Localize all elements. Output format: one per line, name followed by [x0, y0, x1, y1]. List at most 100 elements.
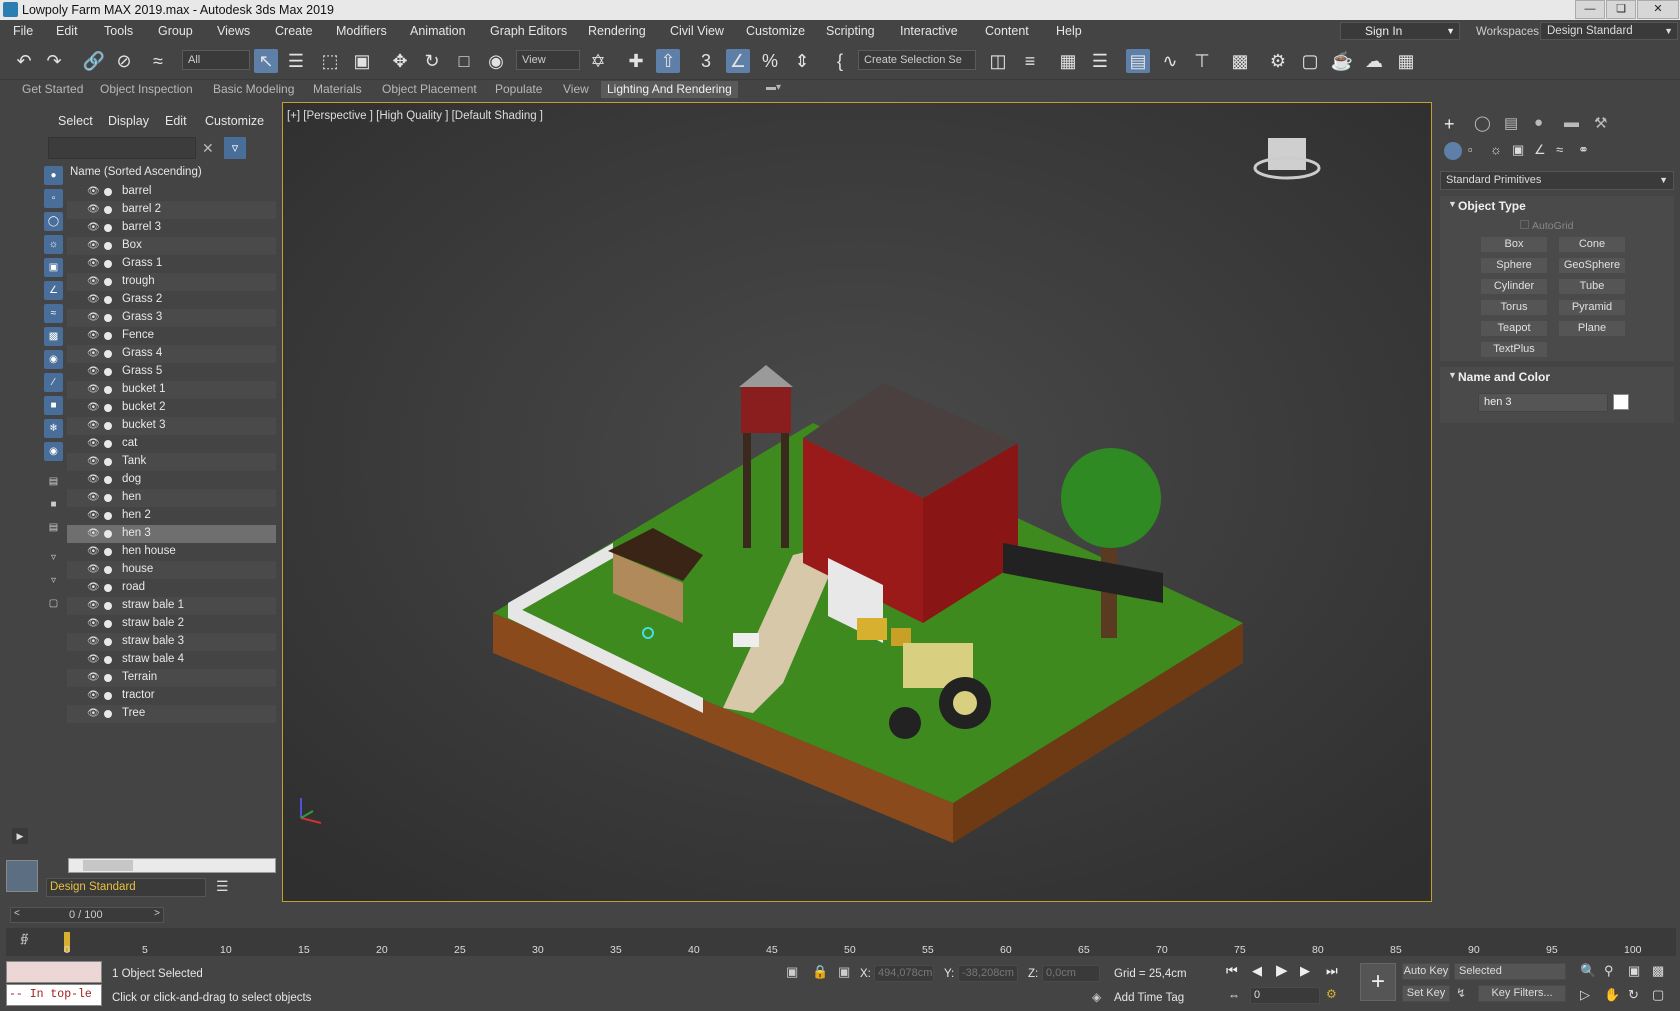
bind-space-warp-icon[interactable]: ≈ [146, 49, 170, 73]
key-filters-icon[interactable]: ↯ [1456, 986, 1466, 1000]
visibility-eye-icon[interactable]: 👁 [87, 222, 100, 233]
freeze-dot-icon[interactable] [104, 494, 112, 502]
autogrid-checkbox[interactable]: AutoGrid [1520, 220, 1573, 232]
auto-key-button[interactable]: Auto Key [1402, 963, 1450, 980]
close-button[interactable]: ✕ [1637, 0, 1679, 19]
spinner-snap-icon[interactable]: ⇕ [790, 49, 814, 73]
key-mode-toggle-icon[interactable]: ⇔ [1228, 988, 1240, 1002]
visibility-eye-icon[interactable]: 👁 [87, 510, 100, 521]
sphere-button[interactable]: Sphere [1480, 257, 1548, 274]
menu-content[interactable]: Content [985, 24, 1029, 38]
minimize-button[interactable]: — [1575, 0, 1605, 19]
menu-tools[interactable]: Tools [104, 24, 133, 38]
sign-in-button[interactable]: Sign In ▼ [1340, 22, 1460, 40]
curve-editor-mini-icon[interactable]: ∯ [20, 932, 29, 945]
textplus-button[interactable]: TextPlus [1480, 341, 1548, 358]
freeze-dot-icon[interactable] [104, 386, 112, 394]
filter-options-icon[interactable]: ▿ [44, 571, 63, 590]
lock-selection-icon[interactable]: 🔒 [812, 964, 828, 980]
edit-named-selection-icon[interactable]: { [828, 49, 852, 73]
percent-snap-icon[interactable]: % [758, 49, 782, 73]
explorer-search-input[interactable] [48, 137, 196, 159]
display-none-icon[interactable]: ● [44, 166, 63, 185]
freeze-dot-icon[interactable] [104, 530, 112, 538]
visibility-eye-icon[interactable]: 👁 [87, 564, 100, 575]
freeze-dot-icon[interactable] [104, 206, 112, 214]
layers-icon[interactable]: ☰ [216, 878, 229, 895]
box-button[interactable]: Box [1480, 236, 1548, 253]
key-mode-dropdown[interactable]: Selected [1454, 963, 1566, 980]
systems-category-icon[interactable]: ⚭ [1578, 142, 1589, 158]
lights-filter-icon[interactable]: ☼ [44, 235, 63, 254]
freeze-dot-icon[interactable] [104, 260, 112, 268]
place-icon[interactable]: ◉ [484, 49, 508, 73]
cone-button[interactable]: Cone [1558, 236, 1626, 253]
tab-view[interactable]: View [563, 82, 589, 96]
visibility-eye-icon[interactable]: 👁 [87, 582, 100, 593]
visibility-eye-icon[interactable]: 👁 [87, 672, 100, 683]
render-cloud-icon[interactable]: ☁ [1362, 49, 1386, 73]
freeze-dot-icon[interactable] [104, 224, 112, 232]
column-header-name[interactable]: Name (Sorted Ascending) [70, 166, 202, 178]
tube-button[interactable]: Tube [1558, 278, 1626, 295]
x-coord-field[interactable]: 494,078cm [874, 965, 934, 982]
redo-icon[interactable]: ↷ [42, 49, 66, 73]
z-coord-field[interactable]: 0,0cm [1042, 965, 1100, 982]
a360-gallery-icon[interactable]: ▦ [1394, 49, 1418, 73]
menu-scripting[interactable]: Scripting [826, 24, 875, 38]
link-icon[interactable]: 🔗 [82, 49, 106, 73]
lights-category-icon[interactable]: ☼ [1490, 142, 1502, 157]
filter-toggle-icon[interactable]: ▿ [44, 548, 63, 567]
maxscript-mini-listener-bottom[interactable]: -- In top-le [6, 984, 102, 1006]
freeze-dot-icon[interactable] [104, 458, 112, 466]
list-item[interactable]: 👁 straw bale 2 [67, 615, 276, 633]
freeze-dot-icon[interactable] [104, 296, 112, 304]
list-item[interactable]: 👁 Grass 3 [67, 309, 276, 327]
align-icon[interactable]: ≡ [1018, 49, 1042, 73]
menu-civil-view[interactable]: Civil View [670, 24, 724, 38]
shapes-category-icon[interactable]: ▫ [1468, 142, 1473, 157]
menu-interactive[interactable]: Interactive [900, 24, 958, 38]
render-setup-icon[interactable]: ⚙ [1266, 49, 1290, 73]
list-item[interactable]: 👁 Grass 4 [67, 345, 276, 363]
tab-populate[interactable]: Populate [495, 82, 542, 96]
teapot-button[interactable]: Teapot [1480, 320, 1548, 337]
select-object-icon[interactable]: ↖ [254, 49, 278, 73]
previous-frame-icon[interactable]: ◀ [1252, 963, 1262, 979]
visibility-eye-icon[interactable]: 👁 [87, 330, 100, 341]
cameras-filter-icon[interactable]: ▣ [44, 258, 63, 277]
menu-edit[interactable]: Edit [56, 24, 78, 38]
helpers-filter-icon[interactable]: ∠ [44, 281, 63, 300]
motion-tab-icon[interactable]: ● [1534, 114, 1543, 131]
list-item[interactable]: 👁 cat [67, 435, 276, 453]
rotate-icon[interactable]: ↻ [420, 49, 444, 73]
visibility-eye-icon[interactable]: 👁 [87, 312, 100, 323]
list-item[interactable]: 👁 house [67, 561, 276, 579]
tab-get-started[interactable]: Get Started [22, 82, 83, 96]
maximize-button[interactable]: ❏ [1606, 0, 1636, 19]
space-warps-filter-icon[interactable]: ≈ [44, 304, 63, 323]
hierarchy-tab-icon[interactable]: ▤ [1504, 114, 1518, 132]
freeze-dot-icon[interactable] [104, 620, 112, 628]
list-item[interactable]: 👁 bucket 1 [67, 381, 276, 399]
visibility-eye-icon[interactable]: 👁 [87, 420, 100, 431]
list-item[interactable]: 👁 Box [67, 237, 276, 255]
list-item[interactable]: 👁 Terrain [67, 669, 276, 687]
visibility-eye-icon[interactable]: 👁 [87, 348, 100, 359]
zoom-extents-icon[interactable]: ▣ [1628, 963, 1640, 979]
maximize-viewport-icon[interactable]: ▢ [1652, 987, 1664, 1003]
scale-icon[interactable]: □ [452, 49, 476, 73]
trackbar[interactable]: ∯ [6, 928, 1676, 956]
freeze-dot-icon[interactable] [104, 602, 112, 610]
cameras-category-icon[interactable]: ▣ [1512, 142, 1524, 158]
space-warps-category-icon[interactable]: ≈ [1556, 142, 1563, 157]
list-item[interactable]: 👁 hen [67, 489, 276, 507]
absolute-mode-icon[interactable]: ▣ [838, 964, 850, 980]
groups-filter-icon[interactable]: ▩ [44, 327, 63, 346]
zoom-icon[interactable]: 🔍 [1580, 963, 1596, 979]
visibility-eye-icon[interactable]: 👁 [87, 690, 100, 701]
visibility-eye-icon[interactable]: 👁 [87, 636, 100, 647]
layer-explorer-icon[interactable]: ☰ [1088, 49, 1112, 73]
hidden-filter-icon[interactable]: ◉ [44, 442, 63, 461]
unlink-icon[interactable]: ⊘ [112, 49, 136, 73]
